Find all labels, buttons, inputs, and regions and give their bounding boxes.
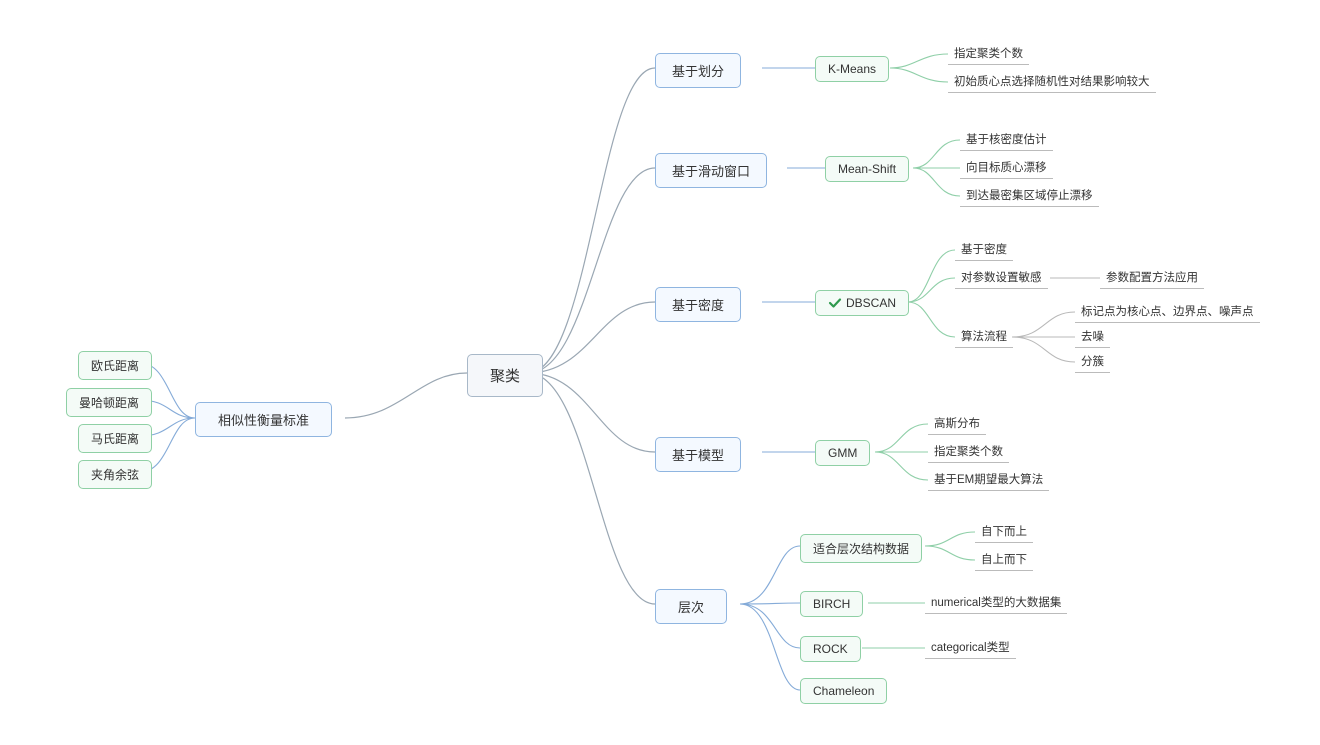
- birch[interactable]: BIRCH: [800, 591, 863, 617]
- dbscan-flow-1: 标记点为核心点、边界点、噪声点: [1075, 300, 1260, 323]
- meanshift-note-2: 向目标质心漂移: [960, 156, 1053, 179]
- hierarchical[interactable]: 层次: [655, 589, 727, 624]
- birch-note: numerical类型的大数据集: [925, 591, 1067, 614]
- meanshift-note-3: 到达最密集区域停止漂移: [960, 184, 1099, 207]
- hier-structured[interactable]: 适合层次结构数据: [800, 534, 922, 563]
- euclidean[interactable]: 欧氏距离: [78, 351, 152, 380]
- hier-bottomup: 自下而上: [975, 520, 1033, 543]
- hier-topdown: 自上而下: [975, 548, 1033, 571]
- kmeans[interactable]: K-Means: [815, 56, 889, 82]
- dbscan-flow: 算法流程: [955, 325, 1013, 348]
- chameleon[interactable]: Chameleon: [800, 678, 887, 704]
- dbscan-flow-2: 去噪: [1075, 325, 1110, 348]
- root-node[interactable]: 聚类: [467, 354, 543, 397]
- dbscan-label: DBSCAN: [846, 296, 896, 310]
- gmm-note-2: 指定聚类个数: [928, 440, 1009, 463]
- connectors: [0, 0, 1320, 745]
- dbscan-sensitive: 对参数设置敏感: [955, 266, 1048, 289]
- meanshift[interactable]: Mean-Shift: [825, 156, 909, 182]
- model-based[interactable]: 基于模型: [655, 437, 741, 472]
- meanshift-note-1: 基于核密度估计: [960, 128, 1053, 151]
- manhattan[interactable]: 曼哈顿距离: [66, 388, 152, 417]
- dbscan-note-1: 基于密度: [955, 238, 1013, 261]
- sliding-window[interactable]: 基于滑动窗口: [655, 153, 767, 188]
- similarity-measure[interactable]: 相似性衡量标准: [195, 402, 332, 437]
- density-based[interactable]: 基于密度: [655, 287, 741, 322]
- gmm-note-1: 高斯分布: [928, 412, 986, 435]
- gmm-note-3: 基于EM期望最大算法: [928, 468, 1049, 491]
- kmeans-note-1: 指定聚类个数: [948, 42, 1029, 65]
- dbscan-sensitive-child: 参数配置方法应用: [1100, 266, 1204, 289]
- check-icon: [828, 296, 842, 310]
- mahalanobis[interactable]: 马氏距离: [78, 424, 152, 453]
- cosine[interactable]: 夹角余弦: [78, 460, 152, 489]
- kmeans-note-2: 初始质心点选择随机性对结果影响较大: [948, 70, 1156, 93]
- gmm[interactable]: GMM: [815, 440, 870, 466]
- rock[interactable]: ROCK: [800, 636, 861, 662]
- dbscan[interactable]: DBSCAN: [815, 290, 909, 316]
- rock-note: categorical类型: [925, 636, 1016, 659]
- partition-based[interactable]: 基于划分: [655, 53, 741, 88]
- dbscan-flow-3: 分簇: [1075, 350, 1110, 373]
